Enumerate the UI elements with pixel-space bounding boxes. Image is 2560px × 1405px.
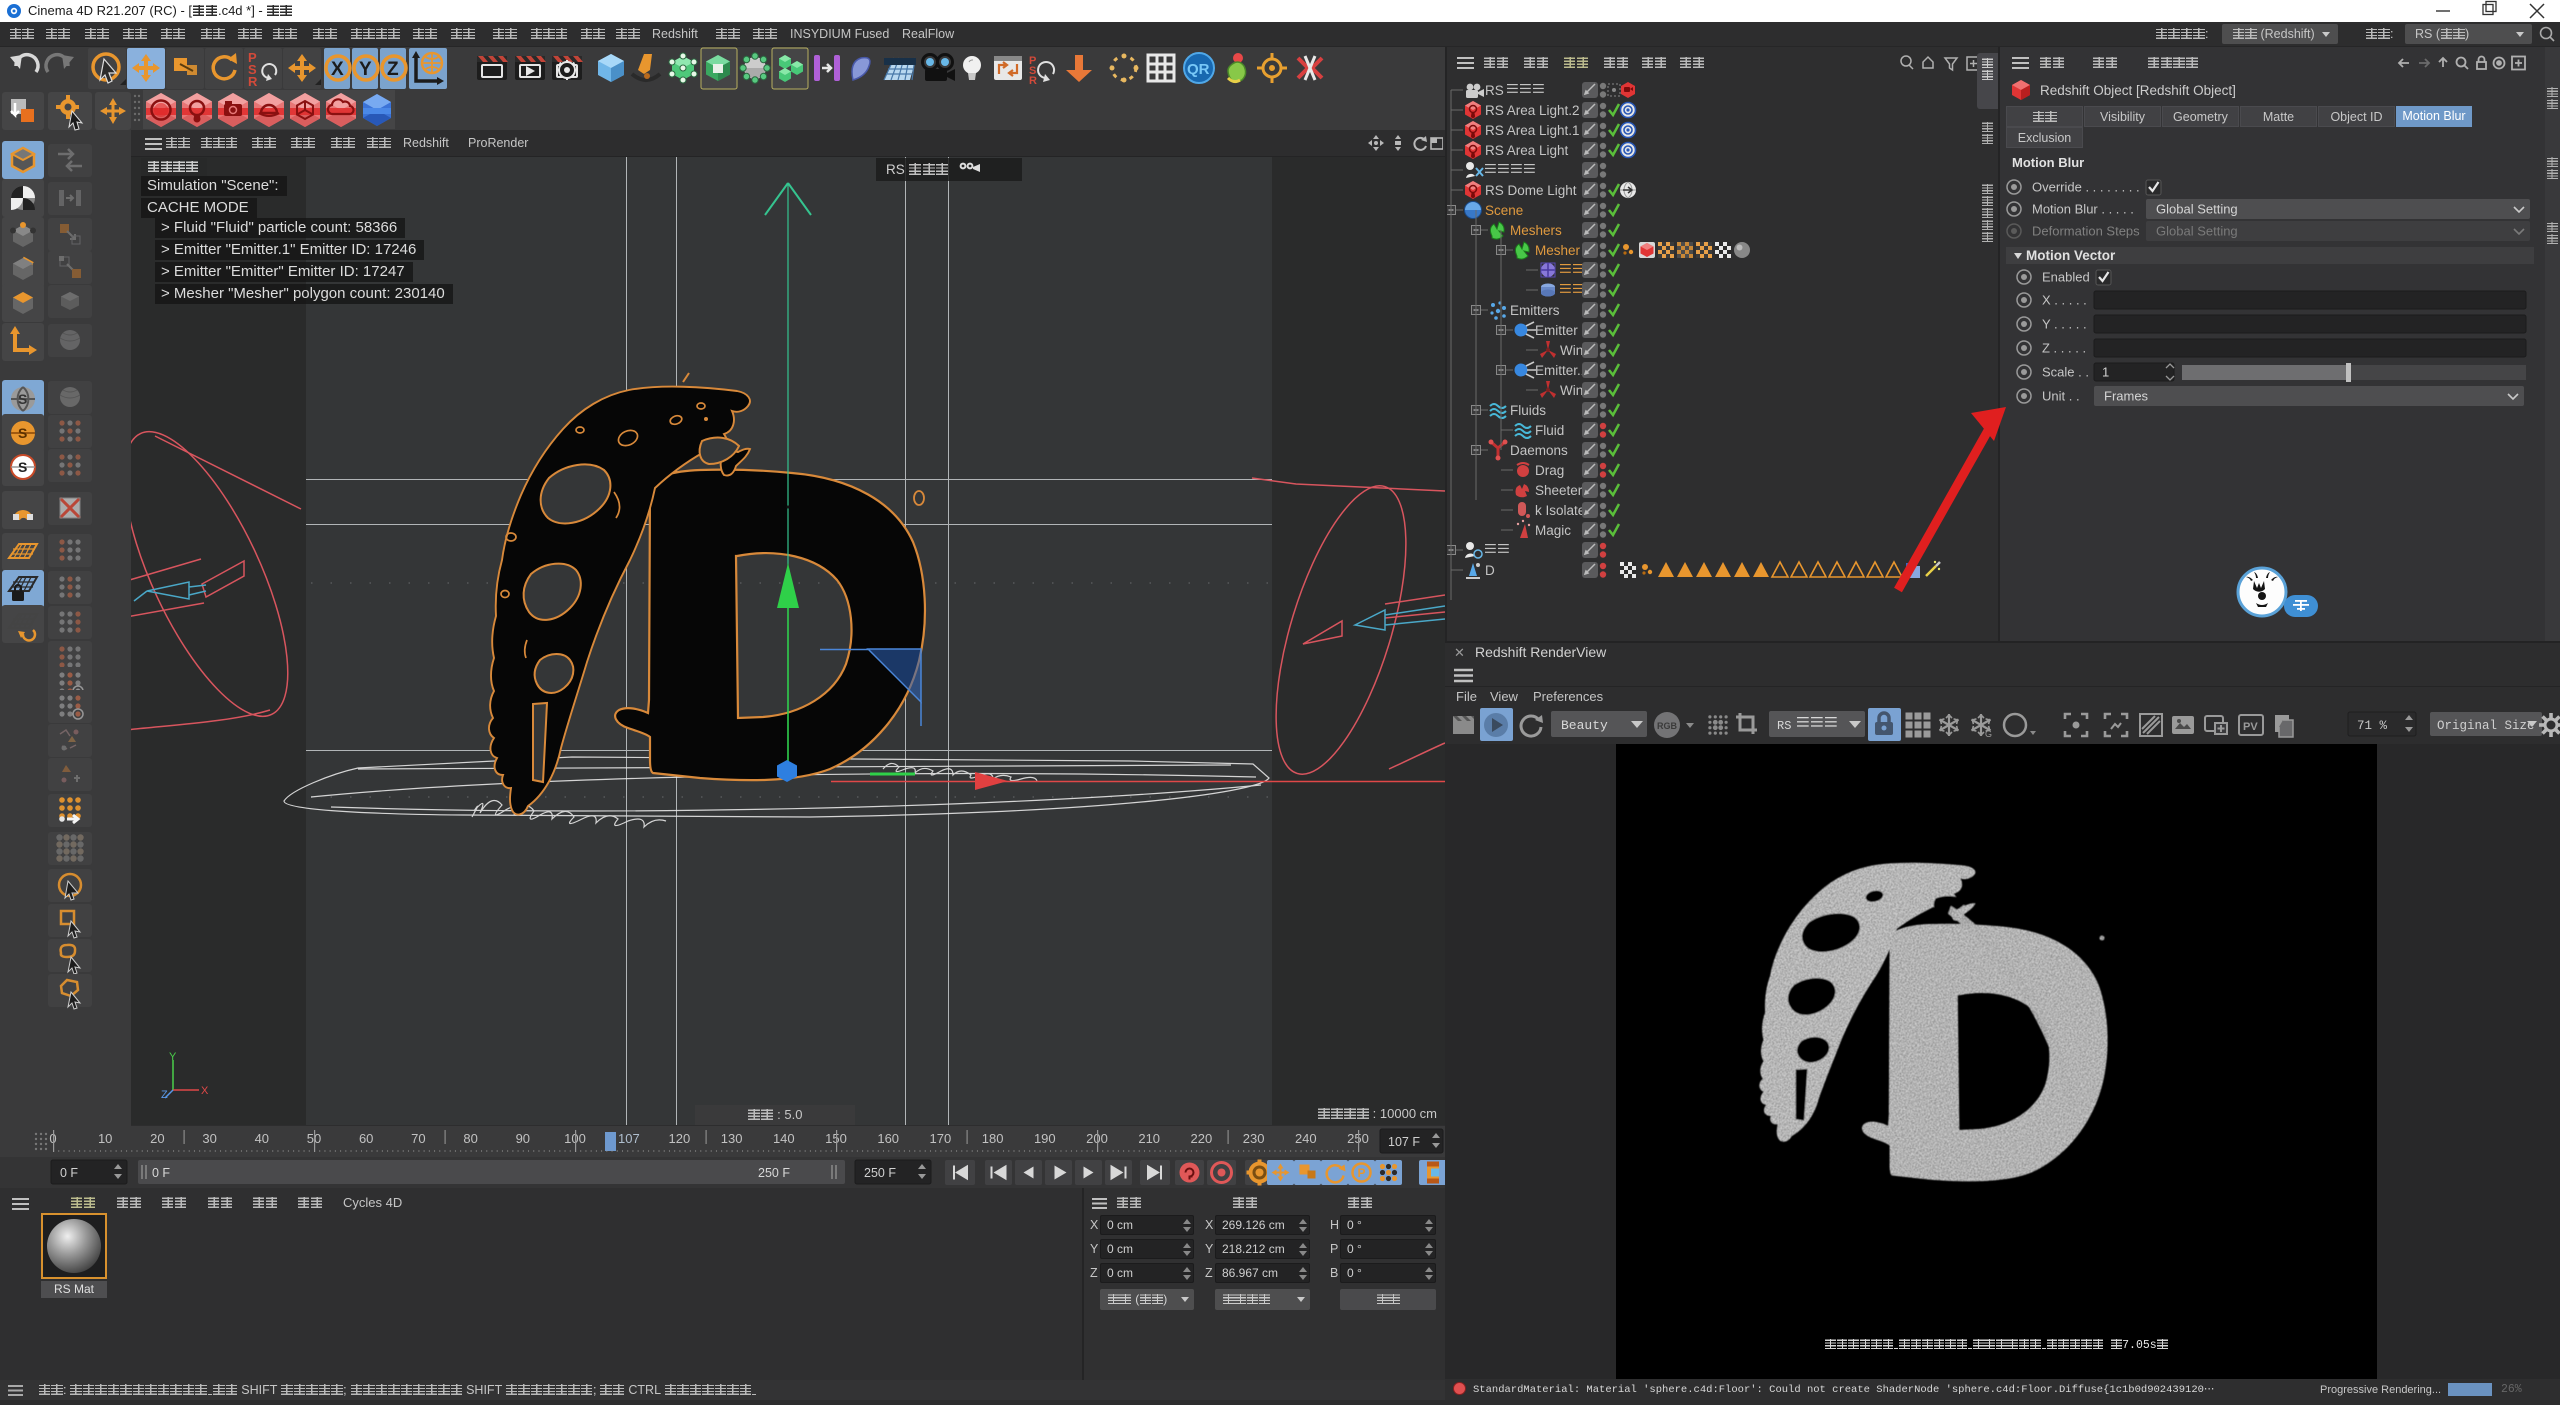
svg-text:Sheeter: Sheeter [1535, 483, 1583, 498]
svg-text:Motion Vector: Motion Vector [2026, 248, 2116, 263]
svg-text:20: 20 [150, 1131, 164, 1146]
svg-text:Original Size: Original Size [2437, 719, 2535, 733]
svg-text:Daemons: Daemons [1510, 443, 1568, 458]
svg-text:40: 40 [255, 1131, 269, 1146]
svg-text:90: 90 [516, 1131, 530, 1146]
svg-text:107 F: 107 F [1388, 1135, 1420, 1149]
svg-text:RGB: RGB [1657, 721, 1678, 731]
svg-text:Emitter.1: Emitter.1 [1535, 363, 1588, 378]
svg-text:190: 190 [1034, 1131, 1056, 1146]
svg-text:G: G [1985, 729, 1992, 739]
svg-text:180: 180 [982, 1131, 1004, 1146]
svg-text:Y: Y [359, 59, 372, 80]
svg-text:R: R [248, 74, 258, 89]
svg-text:Y: Y [169, 1052, 177, 1063]
svg-text:S: S [18, 459, 27, 475]
svg-text:71 %: 71 % [2357, 719, 2388, 733]
svg-text:QR: QR [1187, 61, 1210, 78]
svg-text:RS: RS [1485, 83, 1504, 98]
svg-text:Z: Z [387, 59, 399, 80]
svg-text:Scene: Scene [1485, 203, 1523, 218]
svg-text:107: 107 [618, 1131, 640, 1146]
svg-text:D: D [1485, 563, 1495, 578]
svg-text:Beauty: Beauty [1561, 718, 1608, 733]
svg-text:Unit . .: Unit . . [2042, 389, 2080, 404]
svg-text:0 F: 0 F [60, 1166, 78, 1180]
svg-text:Magic: Magic [1535, 523, 1571, 538]
svg-text:240: 240 [1295, 1131, 1317, 1146]
svg-text:Drag: Drag [1535, 463, 1564, 478]
svg-text:R: R [1029, 75, 1037, 87]
svg-text:Z . . . . .: Z . . . . . [2042, 341, 2086, 356]
svg-text:Motion Blur . . . . .: Motion Blur . . . . . [2032, 202, 2134, 217]
svg-text:Scale . .: Scale . . [2042, 365, 2089, 380]
svg-text:Global Setting: Global Setting [2156, 202, 2238, 217]
svg-text:160: 160 [877, 1131, 899, 1146]
svg-text:80: 80 [463, 1131, 477, 1146]
svg-text:250 F: 250 F [864, 1166, 896, 1180]
svg-text:Deformation Steps: Deformation Steps [2032, 224, 2140, 239]
svg-text:210: 210 [1138, 1131, 1160, 1146]
svg-text:60: 60 [359, 1131, 373, 1146]
svg-text:S: S [18, 425, 27, 441]
svg-text:Mesher: Mesher [1535, 243, 1581, 258]
svg-text:170: 170 [930, 1131, 952, 1146]
svg-text:30: 30 [202, 1131, 216, 1146]
svg-text:RS: RS [1777, 719, 1791, 733]
svg-text:PV: PV [2243, 721, 2258, 733]
svg-text:Emitter: Emitter [1535, 323, 1578, 338]
svg-text:70: 70 [411, 1131, 425, 1146]
svg-text:0 F: 0 F [152, 1166, 170, 1180]
svg-text:Global Setting: Global Setting [2156, 224, 2238, 239]
svg-text:X: X [331, 59, 344, 80]
svg-text:10: 10 [98, 1131, 112, 1146]
svg-text:230: 230 [1243, 1131, 1265, 1146]
svg-text:RS Dome Light: RS Dome Light [1485, 183, 1577, 198]
svg-text:Fluid: Fluid [1535, 423, 1564, 438]
svg-text:Frames: Frames [2104, 389, 2149, 404]
svg-text:RS Area Light.1: RS Area Light.1 [1485, 123, 1580, 138]
svg-text:Emitters: Emitters [1510, 303, 1560, 318]
svg-text:Z: Z [161, 1089, 168, 1101]
svg-text:Override . . . . . . . .: Override . . . . . . . . [2032, 180, 2140, 195]
svg-text:X: X [201, 1085, 209, 1097]
svg-text:Enabled: Enabled [2042, 270, 2090, 285]
svg-text:120: 120 [669, 1131, 691, 1146]
svg-text:Fluids: Fluids [1510, 403, 1546, 418]
svg-text:P: P [1358, 1166, 1366, 1180]
svg-text:140: 140 [773, 1131, 795, 1146]
svg-text:S: S [18, 391, 27, 407]
svg-text:RS Area Light: RS Area Light [1485, 143, 1569, 158]
svg-text:Y . . . . .: Y . . . . . [2042, 317, 2087, 332]
svg-text:Meshers: Meshers [1510, 223, 1562, 238]
svg-text:250 F: 250 F [758, 1166, 790, 1180]
svg-text:130: 130 [721, 1131, 743, 1146]
svg-text:1: 1 [2102, 365, 2109, 380]
svg-text:RS Area Light.2: RS Area Light.2 [1485, 103, 1580, 118]
svg-text:X . . . . .: X . . . . . [2042, 293, 2087, 308]
svg-text:220: 220 [1191, 1131, 1213, 1146]
